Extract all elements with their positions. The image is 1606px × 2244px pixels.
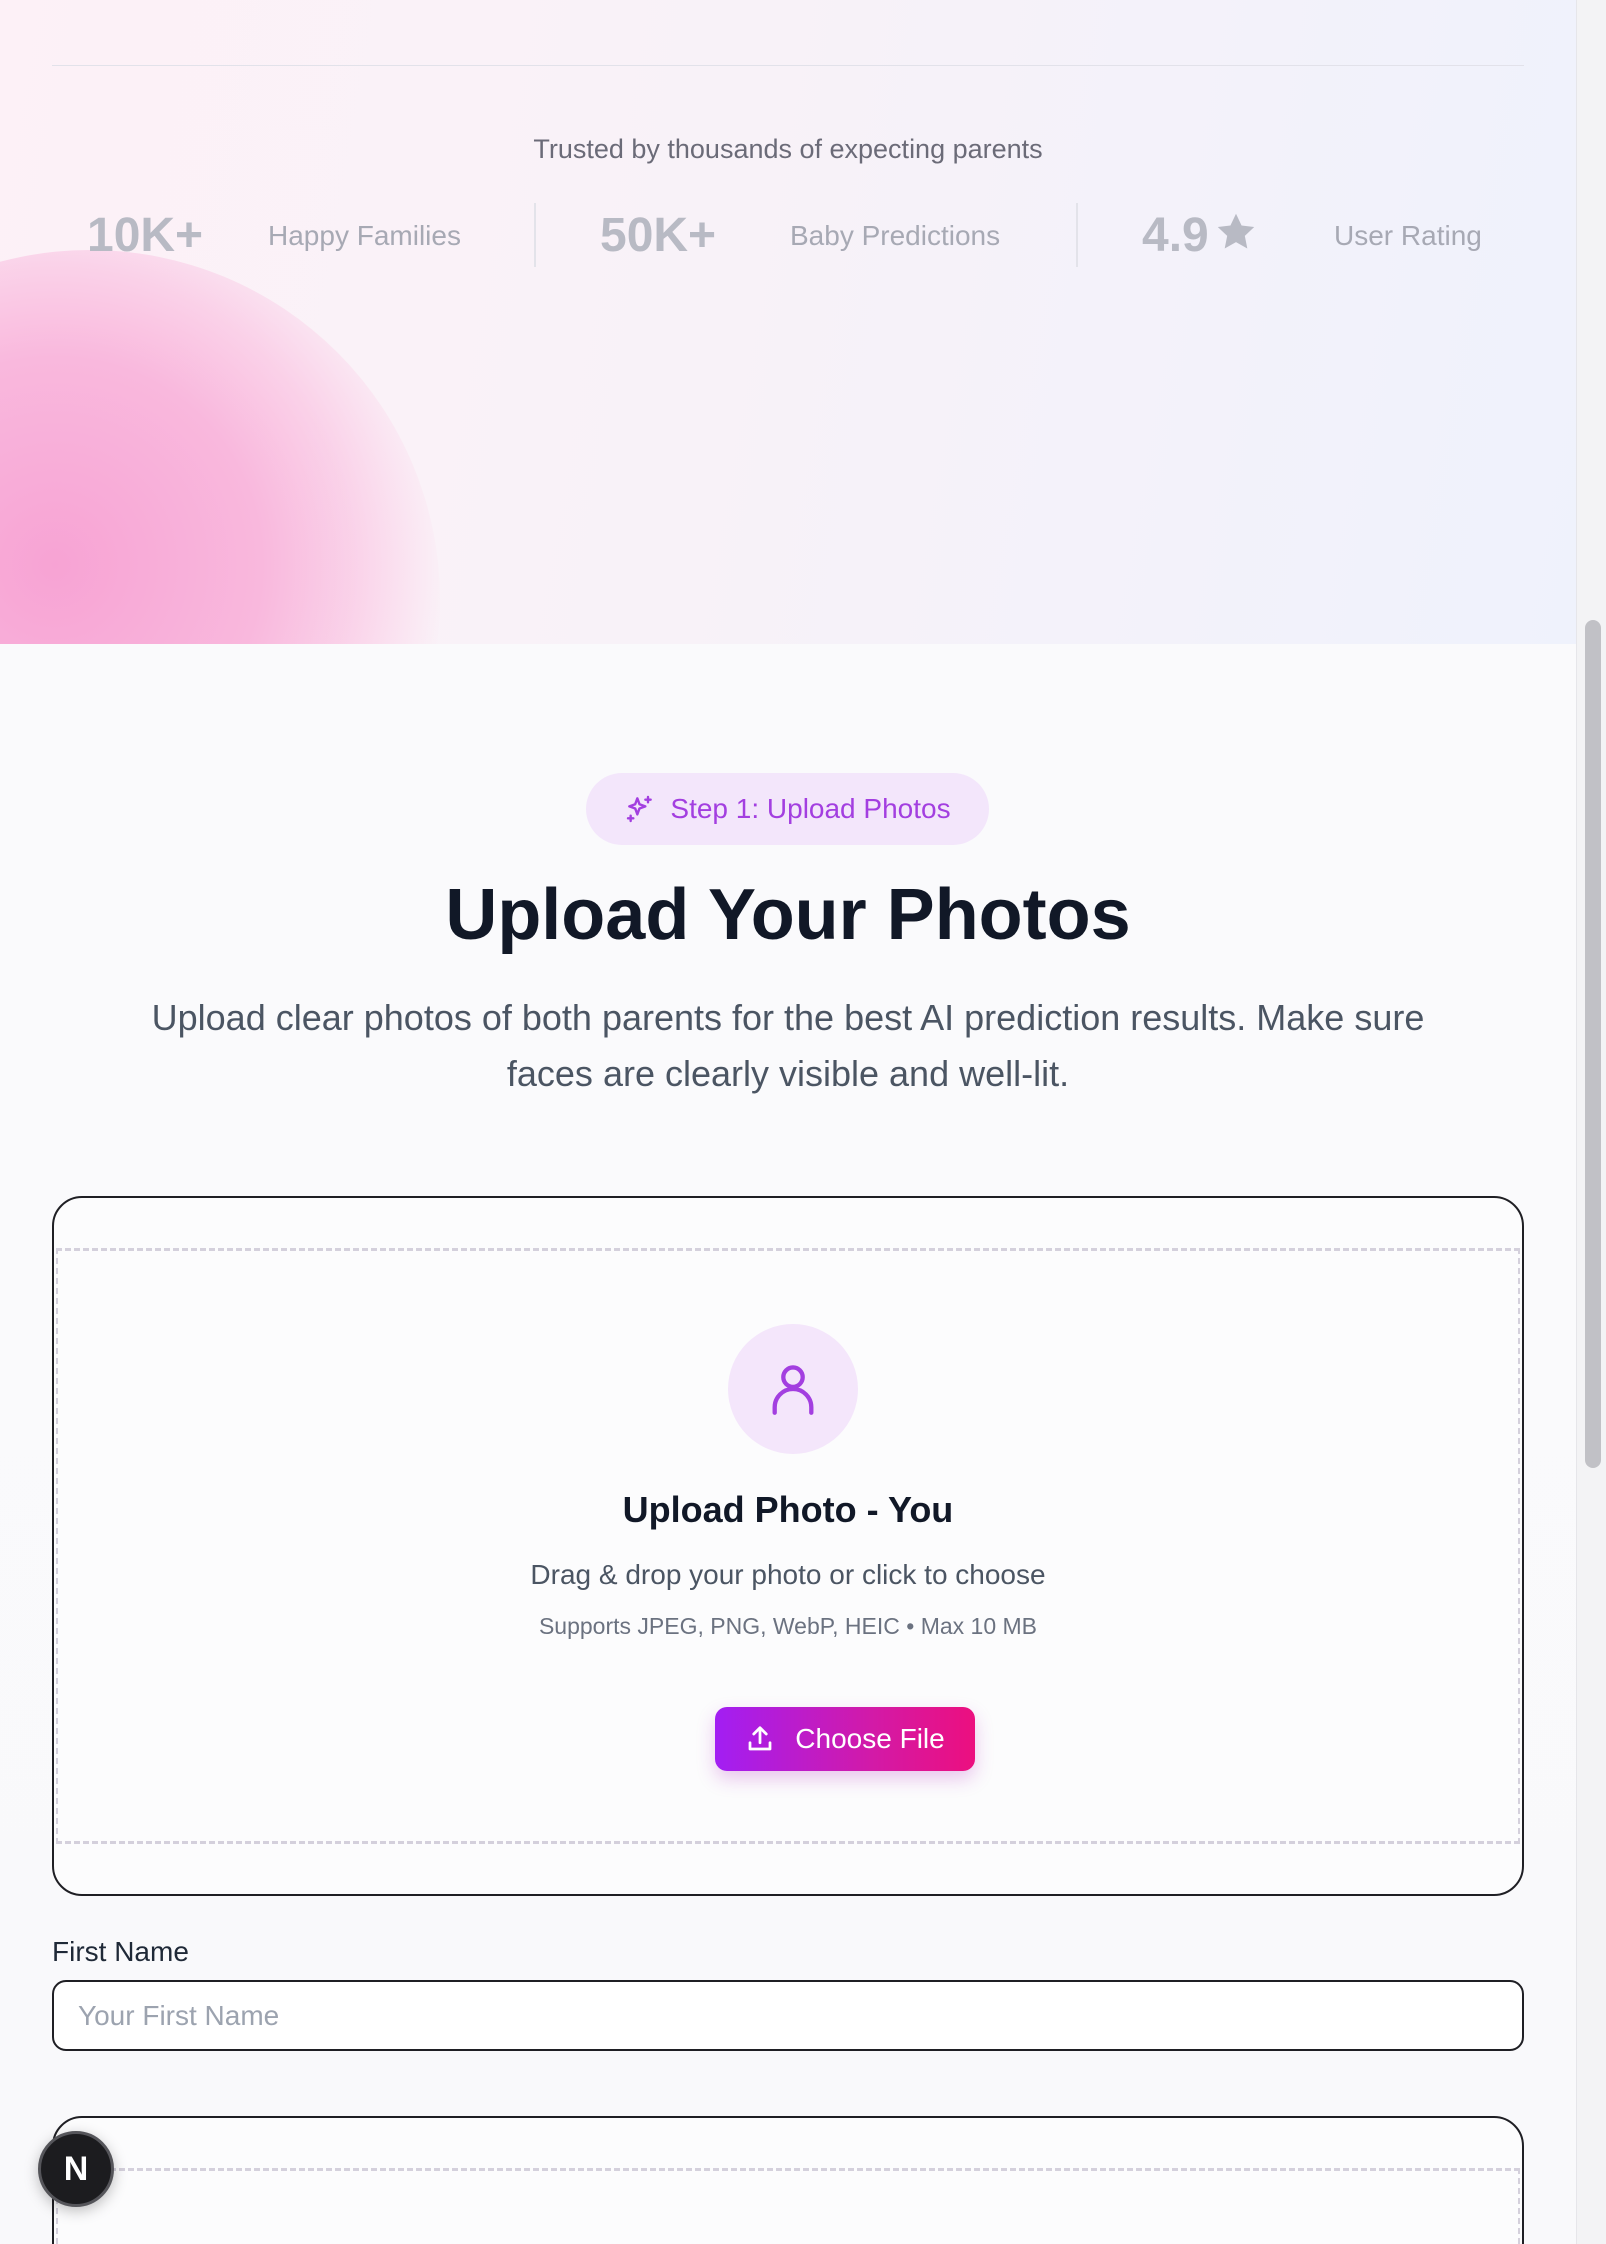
stats-row: 10K+ Happy Families 50K+ Baby Prediction… [52, 200, 1524, 270]
choose-file-button[interactable]: Choose File [715, 1707, 975, 1771]
divider [52, 65, 1524, 66]
stat-label-families: Happy Families [268, 220, 461, 251]
photo-dropzone[interactable] [56, 2168, 1520, 2244]
stat-divider [534, 203, 536, 267]
decorative-blob [0, 250, 440, 644]
stat-value-families: 10K+ [87, 209, 204, 262]
avatar-placeholder [728, 1324, 858, 1454]
scrollbar[interactable] [1576, 0, 1606, 2244]
page-title: Upload Your Photos [445, 875, 1131, 955]
user-icon [772, 1365, 814, 1415]
step-badge-label: Step 1: Upload Photos [670, 793, 951, 824]
stat-label-rating: User Rating [1334, 220, 1482, 251]
photo-dropzone[interactable]: Upload Photo - You Drag & drop your phot… [56, 1248, 1520, 1844]
upload-icon [748, 1726, 772, 1751]
upload-card-partner [52, 2116, 1524, 2244]
upload-section: Step 1: Upload Photos Upload Your Photos… [0, 644, 1576, 2244]
stat-divider [1076, 203, 1078, 267]
first-name-input[interactable] [52, 1980, 1524, 2051]
choose-file-label: Choose File [795, 1723, 945, 1754]
upload-hint: Drag & drop your photo or click to choos… [530, 1559, 1046, 1590]
step-badge: Step 1: Upload Photos [586, 773, 989, 845]
stat-value-predictions: 50K+ [600, 209, 717, 262]
dev-tools-badge[interactable]: N [38, 2131, 114, 2207]
stat-label-predictions: Baby Predictions [790, 220, 1001, 251]
hero-section: Trusted by thousands of expecting parent… [0, 0, 1576, 644]
upload-card-title: Upload Photo - You [622, 1489, 954, 1530]
page: Trusted by thousands of expecting parent… [0, 0, 1606, 2244]
rating-number: 4.9 [1142, 209, 1209, 262]
trusted-text: Trusted by thousands of expecting parent… [533, 134, 1043, 164]
sparkles-icon [627, 795, 653, 823]
section-description: Upload clear photos of both parents for … [151, 997, 1425, 1094]
scrollbar-thumb[interactable] [1585, 620, 1601, 1468]
upload-card-you: Upload Photo - You Drag & drop your phot… [52, 1196, 1524, 1896]
star-icon [1217, 213, 1254, 249]
upload-formats: Supports JPEG, PNG, WebP, HEIC • Max 10 … [538, 1613, 1038, 1639]
first-name-label: First Name [52, 1936, 189, 1967]
stat-value-rating: 4.9 [1142, 208, 1259, 263]
